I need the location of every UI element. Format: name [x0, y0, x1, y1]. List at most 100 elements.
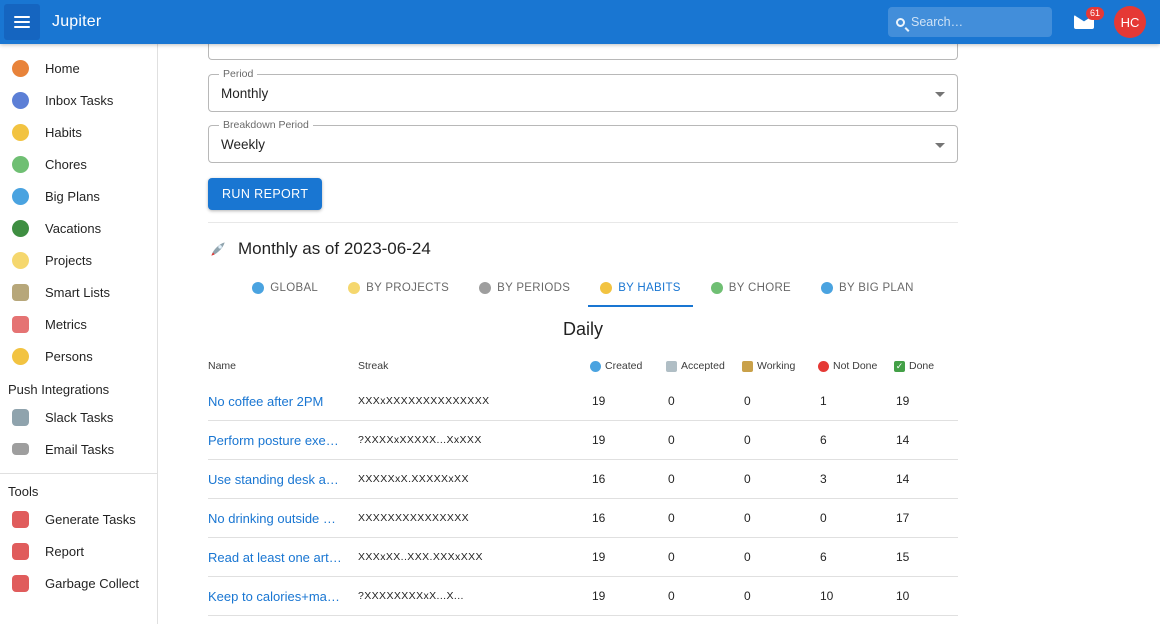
content-divider — [208, 222, 958, 223]
sidebar-item-persons[interactable]: Persons — [0, 340, 157, 372]
accepted-value: 0 — [666, 472, 742, 486]
app-title: Jupiter — [52, 13, 101, 31]
habit-link[interactable]: Perform posture exercis… — [208, 433, 358, 448]
not-done-value: 1 — [818, 394, 894, 408]
pick-icon — [666, 361, 677, 372]
habit-link[interactable]: Keep to calories+macro … — [208, 589, 358, 604]
not-done-value: 6 — [818, 433, 894, 447]
notifications-button[interactable]: 61 — [1074, 15, 1094, 29]
table-row: Do Duolingo XXXXXXXXX.XXXxXXXX 19 0 0 2 … — [208, 616, 958, 624]
table-row: Read at least one article… XXXxXX..XXX.X… — [208, 538, 958, 577]
filter-input-partial[interactable] — [208, 44, 958, 60]
breakdown-period-value: Weekly — [221, 137, 265, 152]
tab-by-habits[interactable]: BY HABITS — [588, 269, 693, 307]
globe-icon — [252, 282, 264, 294]
sidebar-item-metrics[interactable]: Metrics — [0, 308, 157, 340]
palm-icon — [12, 220, 29, 237]
report-form: Period Monthly Breakdown Period Weekly R… — [208, 44, 958, 222]
streak-value: XXXXXxX.XXXXXxXX — [358, 473, 590, 485]
sidebar-item-slack-tasks[interactable]: Slack Tasks — [0, 401, 157, 433]
breakdown-period-select[interactable]: Breakdown Period Weekly — [208, 125, 958, 163]
accepted-value: 0 — [666, 433, 742, 447]
tab-by-projects[interactable]: BY PROJECTS — [336, 269, 461, 307]
table-header: Name Streak Created Accepted Working Not… — [208, 350, 958, 382]
rocket-icon — [208, 239, 228, 259]
sidebar-item-garbage-collect[interactable]: Garbage Collect — [0, 567, 157, 599]
done-value: 14 — [894, 472, 958, 486]
inbox-person-icon — [12, 92, 29, 109]
bulb-icon — [12, 252, 29, 269]
sidebar-item-big-plans[interactable]: Big Plans — [0, 180, 157, 212]
table-row: No drinking outside soci… XXXXXXXXXXXXXX… — [208, 499, 958, 538]
sidebar-section-tools: Tools — [0, 474, 157, 503]
run-report-button[interactable]: RUN REPORT — [208, 178, 322, 210]
habit-link[interactable]: Read at least one article… — [208, 550, 358, 565]
accepted-value: 0 — [666, 511, 742, 525]
sidebar-item-chores[interactable]: Chores — [0, 148, 157, 180]
envelope-icon — [12, 443, 29, 455]
main-content: Period Monthly Breakdown Period Weekly R… — [158, 44, 1160, 624]
created-value: 16 — [590, 511, 666, 525]
breakdown-period-label: Breakdown Period — [219, 119, 313, 131]
search-icon — [896, 18, 905, 27]
section-title-daily: Daily — [208, 319, 958, 340]
accepted-value: 0 — [666, 589, 742, 603]
sidebar-item-report[interactable]: Report — [0, 535, 157, 567]
green-check-icon — [894, 361, 905, 372]
sprout-icon — [711, 282, 723, 294]
created-icon — [590, 361, 601, 372]
report-tabs: GLOBAL BY PROJECTS BY PERIODS BY HABITS … — [208, 269, 958, 307]
working-value: 0 — [742, 433, 818, 447]
chevron-down-icon — [935, 92, 945, 97]
habit-link[interactable]: No drinking outside soci… — [208, 511, 358, 526]
sprout-icon — [12, 156, 29, 173]
not-done-value: 6 — [818, 550, 894, 564]
speech-bubble-icon — [12, 409, 29, 426]
tab-by-periods[interactable]: BY PERIODS — [467, 269, 582, 307]
table-row: Perform posture exercis… ?XXXXxXXXXX...X… — [208, 421, 958, 460]
chevron-down-icon — [935, 143, 945, 148]
habit-link[interactable]: No coffee after 2PM — [208, 394, 358, 409]
search-box[interactable] — [888, 7, 1052, 37]
notification-badge: 61 — [1086, 7, 1104, 20]
menu-icon[interactable] — [4, 4, 40, 40]
search-input[interactable] — [911, 15, 1044, 29]
sidebar-item-habits[interactable]: Habits — [0, 116, 157, 148]
red-circle-icon — [818, 361, 829, 372]
app-bar: Jupiter 61 HC — [0, 0, 1160, 44]
report-title: Monthly as of 2023-06-24 — [208, 239, 958, 259]
fox-icon — [12, 60, 29, 77]
sidebar-item-projects[interactable]: Projects — [0, 244, 157, 276]
habit-link[interactable]: Use standing desk at lea… — [208, 472, 358, 487]
working-value: 0 — [742, 550, 818, 564]
not-done-value: 3 — [818, 472, 894, 486]
tab-global[interactable]: GLOBAL — [240, 269, 330, 307]
garbage-icon — [12, 575, 29, 592]
created-value: 19 — [590, 394, 666, 408]
period-label: Period — [219, 68, 257, 80]
column-not-done: Not Done — [818, 360, 894, 372]
working-value: 0 — [742, 394, 818, 408]
done-value: 10 — [894, 589, 958, 603]
banana-icon — [12, 124, 29, 141]
tab-by-big-plan[interactable]: BY BIG PLAN — [809, 269, 926, 307]
avatar[interactable]: HC — [1114, 6, 1146, 38]
sidebar-section-push-integrations: Push Integrations — [0, 372, 157, 401]
streak-value: XXXxXX..XXX.XXXxXXX — [358, 551, 590, 563]
sidebar-item-smart-lists[interactable]: Smart Lists — [0, 276, 157, 308]
column-created: Created — [590, 360, 666, 372]
sidebar-item-email-tasks[interactable]: Email Tasks — [0, 433, 157, 465]
column-name: Name — [208, 360, 358, 372]
created-value: 19 — [590, 433, 666, 447]
chart-icon — [12, 316, 29, 333]
sidebar-item-vacations[interactable]: Vacations — [0, 212, 157, 244]
sidebar-item-home[interactable]: Home — [0, 52, 157, 84]
period-select[interactable]: Period Monthly — [208, 74, 958, 112]
building-icon — [12, 284, 29, 301]
globe-icon — [821, 282, 833, 294]
column-done: Done — [894, 360, 958, 372]
sidebar-item-inbox-tasks[interactable]: Inbox Tasks — [0, 84, 157, 116]
created-value: 19 — [590, 589, 666, 603]
tab-by-chore[interactable]: BY CHORE — [699, 269, 803, 307]
sidebar-item-generate-tasks[interactable]: Generate Tasks — [0, 503, 157, 535]
